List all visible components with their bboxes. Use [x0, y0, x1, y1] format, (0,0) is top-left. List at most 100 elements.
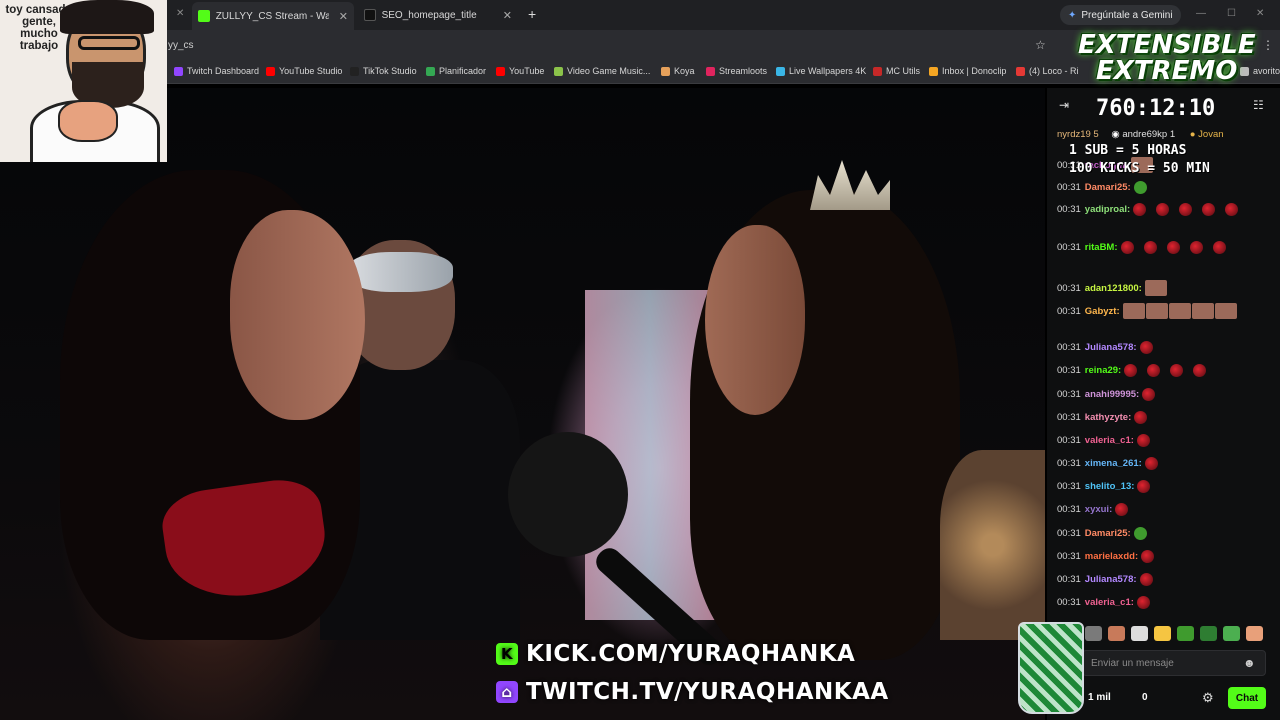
message-username[interactable]: shelito_13:	[1085, 481, 1135, 492]
kick-rule: 100 KICKS = 50 MIN	[1069, 161, 1210, 176]
bookmark-item[interactable]: Streamloots	[706, 66, 767, 76]
menu-icon[interactable]: ⋮	[1262, 38, 1274, 52]
message-time: 00:31	[1057, 412, 1081, 423]
bookmark-item[interactable]: Koya	[661, 66, 695, 76]
bookmark-favicon-icon	[350, 66, 359, 76]
message-username[interactable]: Juliana578:	[1085, 574, 1137, 585]
chat-send-button[interactable]: Chat	[1228, 687, 1266, 709]
promo-banner: EXTENSIBLE EXTREMO	[1052, 28, 1262, 100]
emote-icon[interactable]	[1177, 626, 1194, 641]
gemini-label: Pregúntale a Gemini	[1081, 9, 1173, 21]
woman-right-face	[705, 225, 805, 415]
close-tab-icon[interactable]: ✕	[503, 9, 512, 22]
emote-icon	[1115, 503, 1129, 516]
microphone	[508, 432, 628, 557]
message-username[interactable]: Damari25:	[1085, 528, 1131, 539]
url-text[interactable]: yy_cs	[168, 40, 194, 51]
emoji-icon[interactable]: ☻	[1243, 656, 1256, 670]
chat-message: 00:31 ritaBM:	[1057, 241, 1236, 254]
collapse-chat-icon[interactable]: ⇥	[1059, 98, 1069, 112]
message-time: 00:31	[1057, 389, 1081, 400]
chat-input[interactable]: Enviar un mensaje	[1082, 650, 1266, 676]
emote-icon[interactable]	[1131, 626, 1148, 641]
emote-icon[interactable]	[1200, 626, 1217, 641]
gifter-badge-icon: ◉	[1111, 129, 1120, 140]
emote-icon	[1189, 241, 1203, 254]
bookmark-item[interactable]: MC Utils	[873, 66, 920, 76]
close-tab-icon[interactable]: ✕	[339, 10, 348, 23]
bookmark-label: Planificador	[439, 66, 487, 76]
emote-icon	[1212, 241, 1226, 254]
message-username[interactable]: ritaBM:	[1085, 242, 1118, 253]
bookmark-item[interactable]: YouTube Studio	[266, 66, 342, 76]
message-username[interactable]: adan121800:	[1085, 283, 1142, 294]
emote-icon	[1166, 241, 1180, 254]
bookmark-item[interactable]: YouTube	[496, 66, 544, 76]
chat-message: 00:31 valeria_c1:	[1057, 596, 1160, 609]
message-time: 00:31	[1057, 305, 1081, 317]
users-icon[interactable]: ☷	[1253, 98, 1264, 112]
message-username[interactable]: xyxui:	[1085, 504, 1112, 515]
message-username[interactable]: ximena_261:	[1085, 458, 1142, 469]
emote-icon	[1124, 364, 1138, 377]
message-username[interactable]: Juliana578:	[1085, 342, 1137, 353]
emote-icon	[1136, 434, 1150, 447]
message-username[interactable]: reina29:	[1085, 365, 1121, 376]
kick-url-text: KICK.COM/YURAQHANKA	[526, 641, 856, 667]
emote-icon[interactable]	[1085, 626, 1102, 641]
message-username[interactable]: marielaxdd:	[1085, 551, 1138, 562]
emote-icon	[1139, 573, 1153, 586]
emote-icon	[1120, 241, 1134, 254]
top-gifters: nyrdz19 5 ◉ andre69kp 1 ● Jovan	[1057, 129, 1224, 140]
message-time: 00:31	[1057, 481, 1081, 492]
emote-icon	[1225, 203, 1239, 216]
chat-message: 00:31 marielaxdd:	[1057, 550, 1164, 563]
tab-label: ZULLYY_CS Stream - Watch Live	[215, 10, 329, 22]
tab-stream[interactable]: ZULLYY_CS Stream - Watch Live ✕	[192, 2, 354, 30]
emote-icon	[1156, 203, 1170, 216]
message-time: 00:31	[1057, 574, 1081, 585]
bookmark-item[interactable]: Planificador	[426, 66, 486, 76]
message-time: 00:31	[1057, 182, 1081, 193]
bookmark-item[interactable]: Twitch Dashboard	[174, 66, 259, 76]
emote-icon[interactable]	[1246, 626, 1263, 641]
bookmark-star-icon[interactable]: ☆	[1035, 38, 1046, 52]
gifter-3: Jovan	[1198, 129, 1224, 140]
close-tab-icon[interactable]: ✕	[176, 8, 184, 19]
message-username[interactable]: yadiproal:	[1085, 204, 1130, 215]
maximize-icon[interactable]: ☐	[1227, 8, 1236, 19]
emote-icon[interactable]	[1223, 626, 1240, 641]
emote-icon	[1134, 411, 1148, 424]
message-username[interactable]: valeria_c1:	[1085, 597, 1134, 608]
chat-message: 00:31 reina29:	[1057, 364, 1216, 377]
bookmark-item[interactable]: Inbox | Donoclip	[929, 66, 1006, 76]
gemini-button[interactable]: ✦ Pregúntale a Gemini	[1060, 5, 1181, 25]
emote-icon[interactable]	[1108, 626, 1125, 641]
message-username[interactable]: kathyzyte:	[1085, 412, 1131, 423]
sequin-dress	[940, 450, 1045, 640]
emote-bar[interactable]	[1085, 626, 1263, 641]
stream-video[interactable]	[0, 88, 1045, 720]
twitch-icon: ⌂	[496, 681, 518, 703]
bookmark-favicon-icon	[873, 66, 882, 76]
gear-icon[interactable]: ⚙	[1202, 690, 1214, 706]
emote-icon	[1202, 203, 1216, 216]
bookmark-item[interactable]: Video Game Music...	[554, 66, 650, 76]
new-tab-icon[interactable]: +	[528, 6, 536, 22]
chat-message: 00:31 yadiproal:	[1057, 203, 1248, 216]
message-username[interactable]: anahi99995:	[1085, 389, 1139, 400]
chat-message: 00:31 anahi99995:	[1057, 388, 1165, 401]
message-username[interactable]: valeria_c1:	[1085, 435, 1134, 446]
emote-icon	[1143, 241, 1157, 254]
tab-seo[interactable]: SEO_homepage_title ✕	[358, 4, 518, 26]
screen: ✕ ZULLYY_CS Stream - Watch Live ✕ SEO_ho…	[0, 0, 1280, 720]
emote-icon[interactable]	[1154, 626, 1171, 641]
message-username[interactable]: Gabyzt:	[1085, 306, 1120, 317]
close-window-icon[interactable]: ✕	[1256, 8, 1264, 19]
minimize-icon[interactable]: —	[1196, 8, 1206, 19]
bookmark-favicon-icon	[426, 66, 435, 76]
message-username[interactable]: Damari25:	[1085, 182, 1131, 193]
bookmark-item[interactable]: TikTok Studio	[350, 66, 417, 76]
bookmark-item[interactable]: Live Wallpapers 4K	[776, 66, 866, 76]
twitch-url-text: TWITCH.TV/YURAQHANKAA	[526, 679, 889, 705]
